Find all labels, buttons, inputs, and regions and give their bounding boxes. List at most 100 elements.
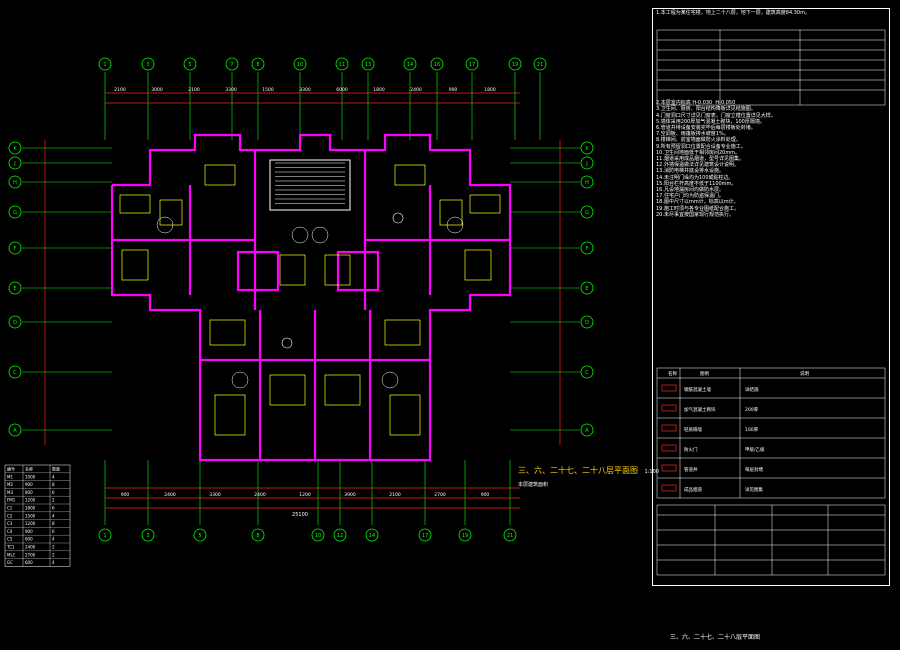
- fixture: [119, 194, 151, 214]
- fixture: [469, 194, 501, 214]
- fixture: [209, 319, 246, 346]
- axis-label: 19: [462, 533, 468, 539]
- schedule-cell: 6: [52, 529, 55, 534]
- schedule-cell: 900: [25, 529, 33, 534]
- fixture: [121, 249, 149, 281]
- axis-label: 3: [146, 62, 149, 68]
- axis-label: 14: [407, 62, 413, 68]
- axis-label: D: [585, 320, 589, 326]
- schedule-cell: 900: [25, 482, 33, 487]
- dimension-label: 1800: [484, 87, 496, 93]
- axis-label: 3: [146, 533, 149, 539]
- stair-hatch: [275, 162, 345, 204]
- schedule-cell: M3: [7, 490, 13, 495]
- axis-label: K: [585, 146, 589, 152]
- fixture: [384, 319, 421, 346]
- design-notes: 1.本工程为某住宅楼，地上二十八层，地下一层，建筑高度84.30m。 2.本层室内…: [656, 10, 888, 218]
- axis-label: 10: [297, 62, 303, 68]
- axis-label: 10: [315, 533, 321, 539]
- plan-scale: 1:100: [644, 469, 659, 475]
- dimension-label: 3300: [209, 492, 221, 498]
- dimension-label: 6000: [336, 87, 348, 93]
- note-spacer: [656, 16, 888, 100]
- fixture: [394, 164, 426, 186]
- axis-label: 19: [512, 62, 518, 68]
- axis-label: K: [13, 146, 17, 152]
- schedule-header: 名称: [25, 466, 33, 472]
- plan-title-text: 三、六、二十七、二十八层平面图: [518, 466, 638, 475]
- dimension-label: 3300: [225, 87, 237, 93]
- schedule-cell: 4: [52, 537, 55, 542]
- fixture: [214, 394, 246, 436]
- schedule-cell: 2400: [25, 545, 36, 550]
- axis-label: J: [585, 161, 587, 167]
- schedule-cell: 600: [25, 537, 33, 542]
- schedule-cell: C4: [7, 529, 13, 534]
- schedule-cell: 2: [52, 552, 55, 557]
- fixture: [269, 374, 306, 406]
- axis-label: H: [585, 180, 589, 186]
- dimension-label: 1800: [373, 87, 385, 93]
- dimension-label: 900: [121, 492, 130, 498]
- axis-label: G: [13, 210, 17, 216]
- fixture-symbols: [119, 164, 501, 436]
- axis-label: 7: [230, 62, 233, 68]
- dimension-label: 900: [481, 492, 490, 498]
- dimension-label: 1500: [262, 87, 274, 93]
- dimension-label: 2400: [410, 87, 422, 93]
- axis-label: 1: [103, 62, 106, 68]
- schedule-cell: 2700: [25, 552, 36, 557]
- schedule-cell: MLC: [7, 552, 16, 557]
- plan-subtitle: 本层建筑面积: [518, 482, 549, 488]
- axis-label: A: [585, 428, 589, 434]
- schedule-cell: 6: [52, 506, 55, 511]
- dimension-label: 3300: [299, 87, 311, 93]
- dimension-label: 2100: [188, 87, 200, 93]
- schedule-cell: 600: [25, 560, 33, 565]
- schedule-cell: 8: [52, 521, 55, 526]
- axis-label: A: [13, 428, 17, 434]
- door-swing: [381, 371, 399, 389]
- schedule-cell: C2: [7, 513, 13, 518]
- fixture: [204, 164, 236, 186]
- axis-label: 17: [422, 533, 428, 539]
- axis-label: 16: [434, 62, 440, 68]
- schedule-cell: GC: [7, 560, 13, 565]
- axis-label: 12: [337, 533, 343, 539]
- schedule-cell: 2: [52, 545, 55, 550]
- axis-label: 21: [537, 62, 543, 68]
- dimension-label: 2100: [114, 87, 126, 93]
- plan-title: 三、六、二十七、二十八层平面图 1:100: [518, 465, 659, 476]
- schedule-cell: 6: [52, 490, 55, 495]
- axis-label: 13: [365, 62, 371, 68]
- axis-label: E: [585, 286, 588, 292]
- axis-label: C: [585, 370, 589, 376]
- axis-label: H: [13, 180, 17, 186]
- axis-label: 21: [507, 533, 513, 539]
- axis-label: 11: [339, 62, 345, 68]
- schedule-cell: 4: [52, 513, 55, 518]
- schedule-header: 编号: [7, 466, 15, 472]
- overall-dimension: 25100: [292, 512, 308, 518]
- axis-label: 8: [256, 533, 259, 539]
- axis-bubbles: 1 3 5 7 8 10 11 13 14 16 17 19 211 3 5 8 10 12 14 17 19 21K KJ…: [8, 57, 594, 542]
- building-walls: [110, 133, 512, 462]
- fixture: [324, 374, 361, 406]
- schedule-cell: 4: [52, 560, 55, 565]
- schedule-cell: C1: [7, 506, 13, 511]
- schedule-cell: 1800: [25, 506, 36, 511]
- dimension-label: 3000: [151, 87, 163, 93]
- schedule-frame: [4, 464, 71, 567]
- schedule-cell: C3: [7, 521, 13, 526]
- axis-label: 5: [188, 62, 191, 68]
- axis-label: 14: [369, 533, 375, 539]
- dimension-label: 2700: [434, 492, 446, 498]
- schedule-cell: TC1: [6, 545, 15, 550]
- door-swing: [291, 226, 309, 244]
- schedule-cell: FM1: [7, 498, 16, 503]
- axis-label: J: [13, 161, 15, 167]
- dimension-label: 900: [449, 87, 458, 93]
- dimension-strings: [44, 92, 561, 509]
- schedule-cell: C5: [7, 537, 13, 542]
- top-dimension-labels: 2100 3000 2100 3300 1500 3300 6000 1800 2400 900 1…: [114, 87, 496, 93]
